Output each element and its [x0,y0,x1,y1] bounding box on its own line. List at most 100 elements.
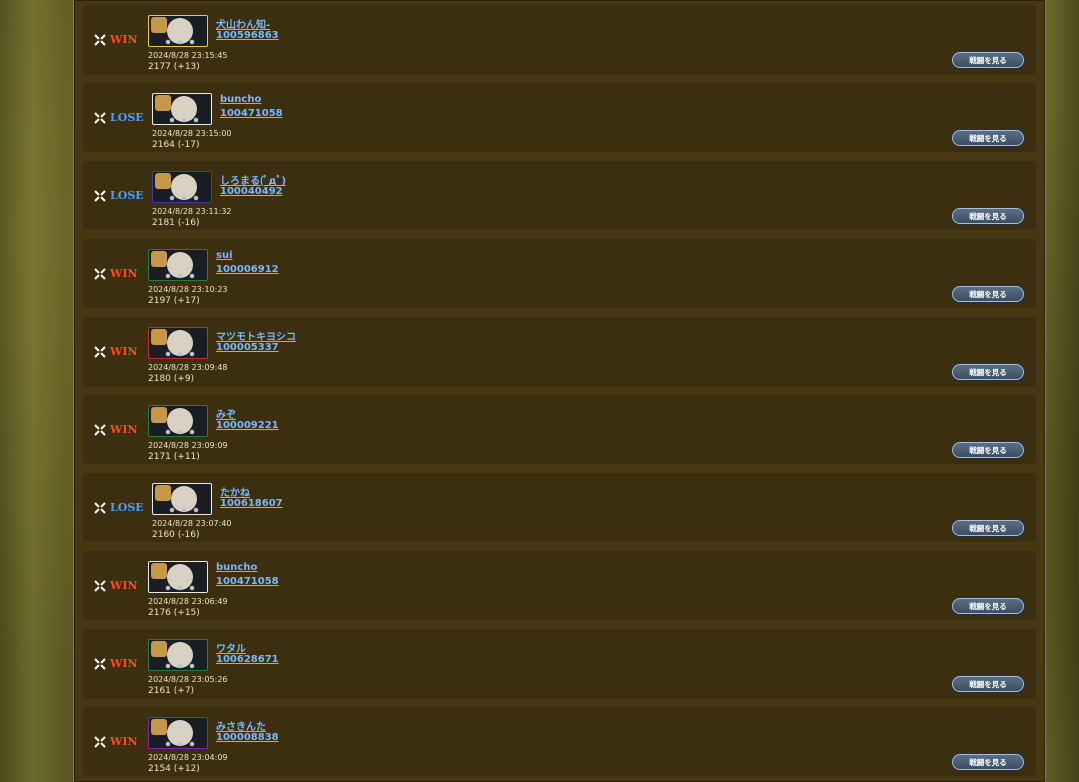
crossed-swords-icon [94,657,106,670]
player-name-link[interactable]: ワタル [216,640,246,655]
crossed-swords-icon [94,345,106,358]
match-row: LOSE buncho 100471058 2024/8/28 23:15:00 216… [83,82,1036,152]
player-id-link[interactable]: 100471058 [216,576,279,587]
view-battle-button[interactable]: 戦闘を見る [952,208,1024,224]
match-row: WIN 犬山わん知- 100596863 2024/8/28 23:15:45 2177… [83,4,1036,74]
match-row: WIN buncho 100471058 2024/8/28 23:06:49 2176… [83,550,1036,620]
view-battle-button[interactable]: 戦闘を見る [952,598,1024,614]
equipment-icon [169,117,199,123]
player-id-link[interactable]: 100040492 [220,186,283,197]
rating-change: 2181 (-16) [152,218,200,228]
player-avatar[interactable] [148,717,208,749]
match-result: LOSE [94,501,144,514]
crossed-swords-icon [94,267,106,280]
crossed-swords-icon [94,189,106,202]
player-avatar[interactable] [148,327,208,359]
match-row: WIN sui 100006912 2024/8/28 23:10:23 2197 (+… [83,238,1036,308]
equipment-icon [165,585,195,591]
match-history-panel: WIN 犬山わん知- 100596863 2024/8/28 23:15:45 2177… [73,0,1046,782]
player-id-link[interactable]: 100008838 [216,732,279,743]
match-row: LOSE しろまる(ﾟдﾟ) 100040492 2024/8/28 23:11:32… [83,160,1036,230]
equipment-icon [165,351,195,357]
rank-badge-icon [155,173,171,189]
rating-change: 2197 (+17) [148,296,200,306]
rank-badge-icon [151,329,167,345]
equipment-icon [165,663,195,669]
match-result-label: WIN [110,33,138,46]
view-battle-button[interactable]: 戦闘を見る [952,442,1024,458]
player-avatar[interactable] [152,483,212,515]
rating-change: 2180 (+9) [148,374,195,384]
match-row: LOSE たかね 100618607 2024/8/28 23:07:40 2160 (… [83,472,1036,542]
match-result: WIN [94,657,138,670]
match-result-label: WIN [110,423,138,436]
crossed-swords-icon [94,423,106,436]
view-battle-button[interactable]: 戦闘を見る [952,130,1024,146]
equipment-icon [165,429,195,435]
player-id-link[interactable]: 100628671 [216,654,279,665]
player-name-link[interactable]: buncho [216,562,257,573]
player-avatar[interactable] [152,93,212,125]
match-datetime: 2024/8/28 23:04:09 [148,753,228,762]
player-id-link[interactable]: 100618607 [220,498,283,509]
match-result: LOSE [94,189,144,202]
equipment-icon [169,507,199,513]
player-id-link[interactable]: 100006912 [216,264,279,275]
match-datetime: 2024/8/28 23:15:45 [148,51,228,60]
rank-badge-icon [151,407,167,423]
rank-badge-icon [151,641,167,657]
rank-badge-icon [151,563,167,579]
player-name-link[interactable]: buncho [220,94,261,105]
match-result: WIN [94,33,138,46]
view-battle-button[interactable]: 戦闘を見る [952,364,1024,380]
match-result-label: WIN [110,267,138,280]
match-datetime: 2024/8/28 23:10:23 [148,285,228,294]
match-result-label: WIN [110,579,138,592]
player-avatar[interactable] [152,171,212,203]
player-name-link[interactable]: みさきんた [216,718,266,733]
match-datetime: 2024/8/28 23:06:49 [148,597,228,606]
match-result-label: WIN [110,657,138,670]
player-avatar[interactable] [148,639,208,671]
view-battle-button[interactable]: 戦闘を見る [952,676,1024,692]
player-name-link[interactable]: 犬山わん知- [216,16,270,31]
rating-change: 2161 (+7) [148,686,195,696]
player-avatar[interactable] [148,249,208,281]
player-name-link[interactable]: みぞ [216,406,236,421]
rating-change: 2154 (+12) [148,764,200,774]
rank-badge-icon [155,485,171,501]
match-result-label: WIN [110,735,138,748]
player-avatar[interactable] [148,15,208,47]
rank-badge-icon [151,719,167,735]
rank-badge-icon [155,95,171,111]
match-result: WIN [94,267,138,280]
match-row: WIN みぞ 100009221 2024/8/28 23:09:09 2171 (+1… [83,394,1036,464]
player-id-link[interactable]: 100009221 [216,420,279,431]
view-battle-button[interactable]: 戦闘を見る [952,52,1024,68]
crossed-swords-icon [94,501,106,514]
player-id-link[interactable]: 100596863 [216,30,279,41]
match-result: WIN [94,423,138,436]
player-avatar[interactable] [148,405,208,437]
crossed-swords-icon [94,111,106,124]
player-avatar[interactable] [148,561,208,593]
match-result-label: WIN [110,345,138,358]
player-name-link[interactable]: マツモトキヨシコ [216,328,296,343]
view-battle-button[interactable]: 戦闘を見る [952,754,1024,770]
player-id-link[interactable]: 100005337 [216,342,279,353]
player-name-link[interactable]: しろまる(ﾟдﾟ) [220,172,286,187]
player-name-link[interactable]: たかね [220,484,250,499]
equipment-icon [165,741,195,747]
crossed-swords-icon [94,33,106,46]
match-row: WIN みさきんた 100008838 2024/8/28 23:04:09 2154 … [83,706,1036,776]
rating-change: 2160 (-16) [152,530,200,540]
match-row: WIN マツモトキヨシコ 100005337 2024/8/28 23:09:48 21… [83,316,1036,386]
match-result-label: LOSE [110,111,144,124]
player-id-link[interactable]: 100471058 [220,108,283,119]
rank-badge-icon [151,17,167,33]
player-name-link[interactable]: sui [216,250,233,261]
equipment-icon [165,39,195,45]
view-battle-button[interactable]: 戦闘を見る [952,286,1024,302]
match-row: WIN ワタル 100628671 2024/8/28 23:05:26 2161 (+… [83,628,1036,698]
view-battle-button[interactable]: 戦闘を見る [952,520,1024,536]
